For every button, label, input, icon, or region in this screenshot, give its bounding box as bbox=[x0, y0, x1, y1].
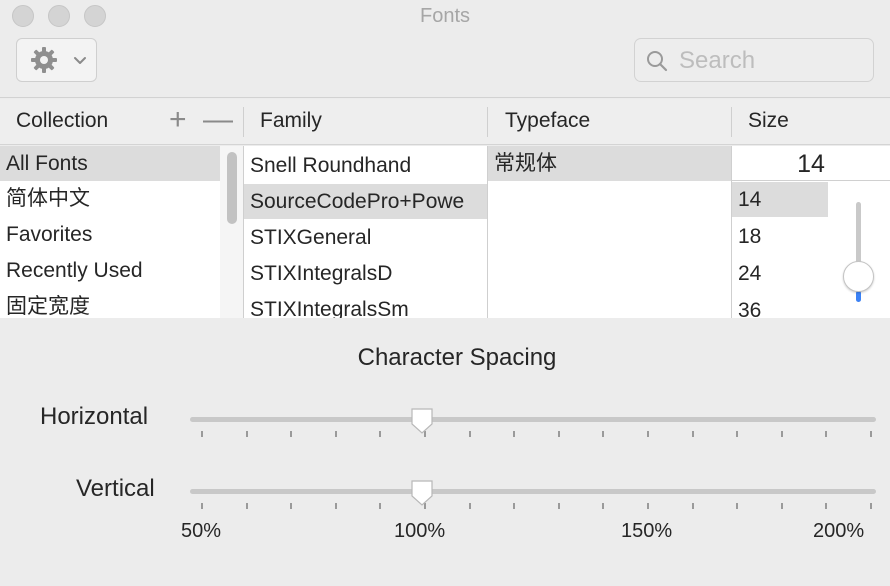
collection-item[interactable]: All Fonts bbox=[0, 146, 220, 181]
collection-item[interactable]: Favorites bbox=[0, 217, 220, 252]
size-item[interactable]: 14 bbox=[732, 182, 828, 217]
slider-tick bbox=[379, 503, 382, 509]
chevron-down-icon bbox=[74, 57, 86, 64]
size-item[interactable]: 18 bbox=[732, 219, 828, 254]
slider-tick bbox=[780, 503, 783, 509]
scale-label: 100% bbox=[394, 520, 446, 542]
slider-tick bbox=[557, 431, 560, 437]
slider-tick bbox=[513, 431, 516, 437]
slider-tick bbox=[290, 503, 293, 509]
scale-label: 200% bbox=[813, 520, 865, 542]
slider-tick bbox=[557, 503, 560, 509]
slider-tick bbox=[602, 431, 605, 437]
scale-label: 50% bbox=[181, 520, 222, 542]
add-collection-button[interactable]: + bbox=[169, 103, 187, 137]
column-headers: Collection + — Family Typeface Size bbox=[0, 99, 890, 145]
column-divider[interactable] bbox=[731, 107, 732, 137]
typeface-item[interactable]: 常规体 bbox=[488, 146, 731, 181]
slider-tick bbox=[290, 431, 293, 437]
slider-tick bbox=[468, 503, 471, 509]
family-item[interactable]: SourceCodePro+Powe bbox=[244, 184, 487, 219]
collection-scroll-thumb[interactable] bbox=[227, 152, 237, 224]
family-list[interactable]: Snell Roundhand SourceCodePro+Powe STIXG… bbox=[244, 146, 487, 318]
column-divider[interactable] bbox=[487, 107, 488, 137]
scale-label: 150% bbox=[621, 520, 673, 542]
slider-tick bbox=[691, 503, 694, 509]
size-item[interactable]: 24 bbox=[732, 256, 828, 291]
typeface-list[interactable]: 常规体 bbox=[488, 146, 731, 318]
character-spacing-panel: Character Spacing Horizontal Vertical 50… bbox=[0, 318, 890, 586]
vertical-slider-track[interactable] bbox=[190, 489, 876, 494]
size-slider-fill bbox=[856, 291, 861, 302]
slider-tick bbox=[736, 503, 739, 509]
collection-item[interactable]: 固定宽度 bbox=[0, 289, 220, 318]
slider-tick bbox=[334, 503, 337, 509]
gear-icon bbox=[31, 47, 57, 73]
slider-tick bbox=[870, 503, 872, 509]
slider-tick bbox=[825, 503, 828, 509]
titlebar: Fonts bbox=[0, 0, 890, 98]
collection-item[interactable]: Recently Used bbox=[0, 253, 220, 288]
horizontal-slider-track[interactable] bbox=[190, 417, 876, 422]
font-browser: All Fonts 简体中文 Favorites Recently Used 固… bbox=[0, 146, 890, 318]
size-header: Size bbox=[748, 109, 789, 132]
slider-tick bbox=[870, 431, 872, 437]
vertical-spacing-slider[interactable] bbox=[0, 448, 890, 518]
slider-tick bbox=[468, 431, 471, 437]
slider-tick bbox=[334, 431, 337, 437]
search-icon bbox=[647, 51, 668, 72]
collection-header: Collection bbox=[16, 109, 109, 132]
slider-tick bbox=[647, 503, 649, 509]
horizontal-spacing-slider[interactable] bbox=[0, 318, 890, 448]
action-menu-button[interactable] bbox=[16, 38, 97, 82]
family-item[interactable]: STIXGeneral bbox=[244, 220, 487, 255]
window-title: Fonts bbox=[419, 5, 471, 27]
collection-item[interactable]: 简体中文 bbox=[0, 181, 220, 216]
size-field[interactable]: 14 bbox=[732, 146, 890, 181]
slider-tick bbox=[201, 431, 203, 437]
family-header: Family bbox=[260, 109, 322, 132]
collection-list[interactable]: All Fonts 简体中文 Favorites Recently Used 固… bbox=[0, 146, 220, 318]
slider-tick bbox=[379, 431, 382, 437]
slider-tick bbox=[513, 503, 516, 509]
slider-tick bbox=[647, 431, 649, 437]
slider-tick bbox=[691, 431, 694, 437]
remove-collection-button[interactable]: — bbox=[203, 103, 233, 137]
slider-tick bbox=[825, 431, 828, 437]
column-divider[interactable] bbox=[243, 107, 244, 137]
typeface-header: Typeface bbox=[505, 109, 591, 132]
slider-tick bbox=[201, 503, 203, 509]
slider-tick bbox=[736, 431, 739, 437]
slider-tick bbox=[245, 503, 248, 509]
size-item[interactable]: 36 bbox=[732, 293, 828, 318]
slider-tick bbox=[602, 503, 605, 509]
family-item[interactable]: STIXIntegralsSm bbox=[244, 292, 487, 318]
slider-tick bbox=[245, 431, 248, 437]
family-item[interactable]: Snell Roundhand bbox=[244, 148, 487, 183]
search-input[interactable] bbox=[679, 45, 864, 77]
collection-scrollbar[interactable] bbox=[220, 146, 243, 318]
slider-tick bbox=[780, 431, 783, 437]
search-field[interactable] bbox=[634, 38, 874, 82]
vertical-slider-knob[interactable] bbox=[410, 479, 434, 507]
size-slider-knob[interactable] bbox=[843, 261, 874, 292]
horizontal-slider-knob[interactable] bbox=[410, 407, 434, 435]
family-item[interactable]: STIXIntegralsD bbox=[244, 256, 487, 291]
